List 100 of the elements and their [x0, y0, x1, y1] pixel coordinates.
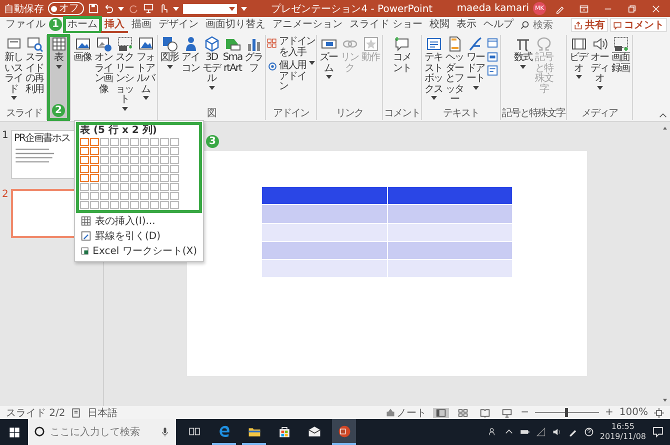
ribbon-button[interactable]: コメント	[392, 35, 412, 108]
grid-cell[interactable]	[90, 146, 99, 154]
zoom-in-button[interactable]: +	[605, 406, 614, 418]
presentation-icon[interactable]	[143, 3, 154, 14]
taskbar-search-field[interactable]: ここに入力して検索	[28, 419, 176, 445]
grid-cell[interactable]	[170, 164, 179, 172]
grid-cell[interactable]	[120, 200, 129, 208]
grid-cell[interactable]	[130, 174, 139, 182]
grid-cell[interactable]	[150, 192, 159, 200]
ribbon-button[interactable]: ワードアート	[465, 35, 486, 108]
ribbon-button[interactable]: オンライン画像	[93, 35, 114, 120]
grid-cell[interactable]	[120, 174, 129, 182]
normal-view-icon[interactable]	[432, 408, 449, 418]
grid-cell[interactable]	[120, 164, 129, 172]
grid-cell[interactable]	[80, 164, 89, 172]
grid-cell[interactable]	[140, 164, 149, 172]
grid-cell[interactable]	[160, 138, 169, 146]
grid-cell[interactable]	[80, 174, 89, 182]
ribbon-tab[interactable]: ファイル	[2, 17, 49, 33]
grid-cell[interactable]	[150, 164, 159, 172]
grid-cell[interactable]	[140, 200, 149, 208]
ribbon-tab[interactable]: デザイン	[155, 17, 202, 33]
grid-cell[interactable]	[80, 192, 89, 200]
grid-cell[interactable]	[150, 200, 159, 208]
notes-page-icon[interactable]	[71, 408, 82, 418]
grid-cell[interactable]	[160, 192, 169, 200]
grid-cell[interactable]	[120, 192, 129, 200]
grid-cell[interactable]	[170, 182, 179, 190]
close-icon[interactable]	[651, 4, 661, 14]
grid-cell[interactable]	[90, 138, 99, 146]
grid-cell[interactable]	[170, 174, 179, 182]
help-icon[interactable]	[584, 427, 594, 437]
ribbon-button[interactable]: 3Dモデル	[201, 35, 222, 108]
grid-cell[interactable]	[110, 156, 119, 164]
grid-cell[interactable]	[130, 182, 139, 190]
ribbon-button[interactable]: スクリーンショット	[114, 35, 135, 120]
grid-cell[interactable]	[110, 200, 119, 208]
ribbon-button[interactable]: フォトアルバム	[135, 35, 156, 120]
menu-item[interactable]: 罫線を引く(D)	[75, 228, 203, 244]
grid-cell[interactable]	[130, 156, 139, 164]
ribbon-button[interactable]: 新しいスライド	[3, 35, 24, 108]
powerpoint-icon[interactable]	[332, 419, 356, 445]
notification-icon[interactable]	[652, 426, 664, 438]
object-icon[interactable]	[487, 65, 498, 76]
menu-item[interactable]: Excel ワークシート(X)	[75, 244, 203, 258]
grid-cell[interactable]	[150, 174, 159, 182]
grid-cell[interactable]	[80, 156, 89, 164]
grid-cell[interactable]	[130, 146, 139, 154]
battery-icon[interactable]	[520, 427, 530, 437]
grid-cell[interactable]	[100, 138, 109, 146]
grid-cell[interactable]	[150, 138, 159, 146]
ribbon-tab[interactable]: 画面切り替え	[202, 17, 269, 33]
grid-cell[interactable]	[90, 192, 99, 200]
grid-cell[interactable]	[170, 146, 179, 154]
grid-cell[interactable]	[110, 192, 119, 200]
grid-cell[interactable]	[140, 156, 149, 164]
volume-icon[interactable]	[552, 427, 562, 437]
grid-cell[interactable]	[130, 192, 139, 200]
table[interactable]	[262, 187, 512, 278]
ribbon-button[interactable]: SmartArt	[222, 35, 243, 108]
grid-cell[interactable]	[170, 200, 179, 208]
grid-cell[interactable]	[140, 138, 149, 146]
grid-cell[interactable]	[100, 200, 109, 208]
ribbon-tab[interactable]: アニメーション	[269, 17, 346, 33]
restore-icon[interactable]	[627, 4, 637, 14]
ribbon-button[interactable]: グラフ	[243, 35, 264, 108]
grid-cell[interactable]	[110, 164, 119, 172]
ribbon-button[interactable]: 数式	[512, 35, 534, 108]
grid-cell[interactable]	[140, 192, 149, 200]
grid-cell[interactable]	[100, 192, 109, 200]
grid-cell[interactable]	[90, 156, 99, 164]
ribbon-tab[interactable]: 校閲	[426, 17, 454, 33]
grid-cell[interactable]	[130, 164, 139, 172]
menu-item[interactable]: 表の挿入(I)...	[75, 214, 203, 228]
fit-slide-icon[interactable]	[654, 408, 664, 418]
ribbon-button[interactable]: オーディオ	[589, 35, 610, 108]
ribbon-button[interactable]: 画面録画	[610, 35, 631, 108]
grid-cell[interactable]	[80, 200, 89, 208]
ribbon-button[interactable]: ヘッダーとフッター	[444, 35, 465, 108]
date-icon[interactable]	[487, 37, 498, 48]
grid-cell[interactable]	[110, 146, 119, 154]
ribbon-tab[interactable]: 描画	[128, 17, 155, 33]
ribbon-button[interactable]: ビデオ	[568, 35, 589, 108]
grid-cell[interactable]	[120, 182, 129, 190]
grid-cell[interactable]	[90, 174, 99, 182]
grid-cell[interactable]	[80, 138, 89, 146]
grid-cell[interactable]	[90, 200, 99, 208]
grid-cell[interactable]	[100, 146, 109, 154]
grid-cell[interactable]	[110, 174, 119, 182]
grid-cell[interactable]	[150, 156, 159, 164]
ribbon-tab[interactable]: ヘルプ	[480, 17, 518, 33]
search-field[interactable]: 検索	[532, 20, 560, 30]
grid-cell[interactable]	[100, 156, 109, 164]
grid-cell[interactable]	[140, 146, 149, 154]
ribbon-button[interactable]: 個人用アドイン	[267, 61, 315, 92]
grid-cell[interactable]	[160, 182, 169, 190]
redo-icon[interactable]	[128, 3, 139, 14]
grid-cell[interactable]	[100, 182, 109, 190]
grid-cell[interactable]	[110, 138, 119, 146]
grid-cell[interactable]	[130, 200, 139, 208]
